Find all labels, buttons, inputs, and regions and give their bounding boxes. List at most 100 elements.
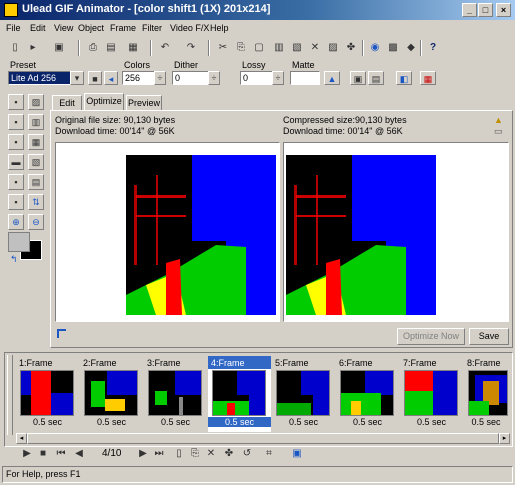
play-icon[interactable]: ▶: [20, 448, 34, 460]
menu-file[interactable]: File: [6, 23, 21, 33]
new-icon[interactable]: ▯: [6, 40, 24, 56]
optimize-panel: Original file size: 90,130 bytes Downloa…: [50, 110, 513, 348]
text-tool-icon[interactable]: ▬: [8, 154, 24, 170]
order-tool-icon[interactable]: ⇅: [28, 194, 44, 210]
matte-color-icon[interactable]: ▲: [324, 71, 340, 85]
scroll-left-icon[interactable]: ◂: [16, 433, 27, 444]
frame-item[interactable]: 3:Frame 0.5 sec: [144, 356, 207, 432]
delete-frame-button-icon[interactable]: ✕: [204, 448, 218, 460]
zoom-in-icon[interactable]: ⊕: [8, 214, 24, 230]
eraser-tool-icon[interactable]: ▪: [8, 134, 24, 150]
add-frame-button-icon[interactable]: ▯: [172, 448, 186, 460]
window-title: Ulead GIF Animator - [color shift1 (1X) …: [22, 3, 271, 15]
menu-frame[interactable]: Frame: [110, 23, 136, 33]
tab-edit[interactable]: Edit: [52, 95, 82, 111]
frame-item[interactable]: 8:Frame 0.5 sec: [464, 356, 508, 432]
scroll-right-icon[interactable]: ▸: [499, 433, 510, 444]
tab-optimize-label: Optimize: [86, 96, 122, 106]
swap-colors-icon[interactable]: ↰: [10, 254, 18, 265]
prev-frame-icon[interactable]: ◀: [72, 448, 86, 460]
print-preview-icon[interactable]: ▤: [102, 40, 120, 56]
optimize-options-icon[interactable]: ▣: [350, 71, 366, 85]
web-preview-icon[interactable]: ◉: [366, 40, 384, 56]
fill-tool-icon[interactable]: ▦: [28, 134, 44, 150]
frame-item-selected[interactable]: 4:Frame 0.5 sec: [208, 356, 271, 432]
paste-icon[interactable]: ▢: [250, 40, 268, 56]
frame-scrollbar[interactable]: ◂ ▸: [16, 433, 510, 444]
duplicate-frame-icon[interactable]: ▧: [288, 40, 306, 56]
save-preset-icon[interactable]: ■: [88, 71, 102, 85]
optimize-now-button[interactable]: Optimize Now: [397, 328, 465, 345]
compressed-time-text: Download time: 00'14" @ 56K: [283, 126, 403, 136]
cut-icon[interactable]: ✂: [214, 40, 232, 56]
menu-bar: File Edit View Object Frame Filter Video…: [0, 20, 515, 37]
tab-preview[interactable]: Preview: [126, 95, 162, 111]
crop-frames-icon[interactable]: ⌗: [262, 448, 276, 460]
frame-item[interactable]: 1:Frame 0.5 sec: [16, 356, 79, 432]
reverse-icon[interactable]: ↺: [240, 448, 254, 460]
paint-tool-icon[interactable]: ▥: [28, 114, 44, 130]
frame-delay: 0.5 sec: [288, 417, 319, 427]
dither-label: Dither: [174, 60, 199, 70]
tween-icon[interactable]: ✤: [342, 40, 360, 56]
frame-item[interactable]: 5:Frame 0.5 sec: [272, 356, 335, 432]
menu-help[interactable]: Help: [210, 23, 229, 33]
save-icon[interactable]: ▣: [50, 40, 68, 56]
frame-properties-icon[interactable]: ▣: [290, 448, 304, 460]
compare-icon[interactable]: ◧: [396, 71, 412, 85]
stop-icon[interactable]: ■: [36, 448, 50, 460]
shape-tool-icon[interactable]: ▪: [8, 174, 24, 190]
redo-icon[interactable]: ↷: [182, 40, 200, 56]
lossy-spinner-icon[interactable]: ÷: [272, 71, 284, 85]
optimize-wizard-icon[interactable]: ▩: [384, 40, 402, 56]
add-frame-icon[interactable]: ▥: [270, 40, 288, 56]
move-tool-icon[interactable]: ▪: [8, 194, 24, 210]
dither-spinner-icon[interactable]: ÷: [208, 71, 220, 85]
colors-spinner-icon[interactable]: ÷: [154, 71, 166, 85]
frame-item[interactable]: 7:Frame 0.5 sec: [400, 356, 463, 432]
frame-item[interactable]: 2:Frame 0.5 sec: [80, 356, 143, 432]
matte-field[interactable]: [290, 71, 320, 85]
preset-dropdown-icon[interactable]: ▾: [70, 71, 84, 85]
save-button[interactable]: Save: [469, 328, 509, 345]
load-preset-icon[interactable]: ◂: [104, 71, 118, 85]
last-frame-icon[interactable]: ⏭: [152, 448, 166, 460]
delete-frame-icon[interactable]: ✕: [306, 40, 324, 56]
brush-tool-icon[interactable]: ▪: [8, 114, 24, 130]
color-palette-icon[interactable]: ▤: [368, 71, 384, 85]
menu-filter[interactable]: Filter: [142, 23, 162, 33]
scroll-thumb[interactable]: [27, 433, 499, 444]
animation-wizard-icon[interactable]: ◆: [402, 40, 420, 56]
minimize-icon[interactable]: _: [462, 3, 477, 17]
marquee-tool-icon[interactable]: ▨: [28, 94, 44, 110]
menu-video-fx[interactable]: Video F/X: [170, 23, 209, 33]
copy-icon[interactable]: ⎘: [232, 40, 250, 56]
maximize-icon[interactable]: □: [478, 3, 493, 17]
close-icon[interactable]: ×: [496, 3, 511, 17]
export-icon[interactable]: ▦: [124, 40, 142, 56]
tab-optimize[interactable]: Optimize: [84, 93, 124, 111]
menu-view[interactable]: View: [54, 23, 73, 33]
help-icon[interactable]: ?: [424, 40, 442, 56]
title-bar[interactable]: Ulead GIF Animator - [color shift1 (1X) …: [0, 0, 515, 20]
properties-icon[interactable]: ▨: [324, 40, 342, 56]
undo-icon[interactable]: ↶: [156, 40, 174, 56]
status-text: For Help, press F1: [6, 469, 81, 479]
tween-button-icon[interactable]: ✤: [222, 448, 236, 460]
print-icon[interactable]: ⎙: [84, 40, 102, 56]
frame-delay: 0.5 sec: [160, 417, 191, 427]
crop-tool-icon[interactable]: ▤: [28, 174, 44, 190]
menu-object[interactable]: Object: [78, 23, 104, 33]
open-icon[interactable]: ▸: [24, 40, 42, 56]
color-table-icon[interactable]: ▦: [420, 71, 436, 85]
foreground-color-swatch[interactable]: [8, 232, 30, 252]
next-frame-icon[interactable]: ▶: [136, 448, 150, 460]
original-size-text: Original file size: 90,130 bytes: [55, 115, 176, 125]
copy-frame-icon[interactable]: ⎘: [188, 448, 202, 460]
line-tool-icon[interactable]: ▧: [28, 154, 44, 170]
pick-tool-icon[interactable]: ▪: [8, 94, 24, 110]
first-frame-icon[interactable]: ⏮: [54, 448, 68, 460]
zoom-out-icon[interactable]: ⊖: [28, 214, 44, 230]
frame-item[interactable]: 6:Frame 0.5 sec: [336, 356, 399, 432]
menu-edit[interactable]: Edit: [30, 23, 46, 33]
